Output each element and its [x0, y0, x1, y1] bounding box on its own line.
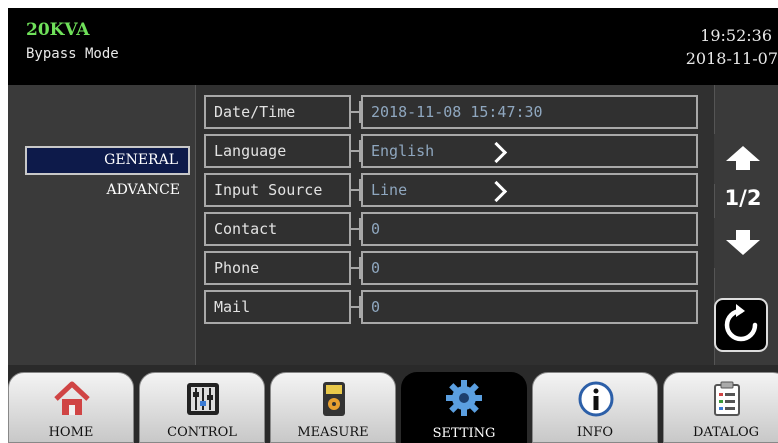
setting-label: Phone — [204, 251, 351, 285]
setting-label: Language — [204, 134, 351, 168]
language-field[interactable]: English — [361, 134, 698, 168]
tab-label: INFO — [576, 425, 614, 440]
tab-datalog[interactable]: DATALOG — [663, 372, 778, 443]
tab-label: HOME — [48, 425, 94, 440]
setting-label: Contact — [204, 212, 351, 246]
mode-label: Bypass Mode — [26, 46, 119, 62]
status-header: 20KVA Bypass Mode 19:52:36 2018-11-07 — [8, 8, 778, 85]
home-icon — [54, 381, 90, 415]
tab-home[interactable]: HOME — [8, 372, 134, 443]
tab-label: DATALOG — [692, 425, 760, 440]
info-icon — [578, 381, 614, 417]
model-label: 20KVA — [26, 20, 90, 40]
refresh-icon — [724, 304, 758, 342]
page-down-button[interactable] — [714, 218, 772, 268]
setting-label: Mail — [204, 290, 351, 324]
clipboard-icon — [714, 381, 740, 416]
chevron-right-icon[interactable] — [485, 180, 508, 203]
setting-label: Date/Time — [204, 95, 351, 129]
tab-measure[interactable]: MEASURE — [270, 372, 396, 443]
tab-label: CONTROL — [167, 425, 237, 440]
page-up-button[interactable] — [714, 134, 772, 184]
sliders-icon — [187, 383, 219, 415]
arrow-up-icon — [726, 146, 760, 161]
tab-control[interactable]: CONTROL — [139, 372, 265, 443]
chevron-right-icon[interactable] — [485, 141, 508, 164]
page-indicator: 1/2 — [724, 186, 762, 210]
arrow-down-icon — [726, 240, 760, 255]
nav-general-button[interactable]: GENERAL — [25, 146, 190, 175]
multimeter-icon — [323, 382, 345, 416]
tab-label: MEASURE — [297, 425, 369, 440]
mail-field[interactable]: 0 — [361, 290, 698, 324]
tab-setting[interactable]: SETTING — [401, 372, 527, 443]
clock-time: 19:52:36 — [700, 26, 772, 45]
gear-icon — [446, 380, 482, 416]
setting-label: Input Source — [204, 173, 351, 207]
settings-panel: Date/Time 2018-11-08 15:47:30 Language E… — [195, 85, 715, 365]
tab-label: SETTING — [432, 426, 496, 441]
clock-date: 2018-11-07 — [685, 49, 778, 68]
ups-screen: 20KVA Bypass Mode 19:52:36 2018-11-07 GE… — [8, 8, 778, 443]
nav-advance-button[interactable]: ADVANCE — [25, 178, 190, 202]
tab-info[interactable]: INFO — [532, 372, 658, 443]
refresh-button[interactable] — [714, 298, 768, 352]
phone-field[interactable]: 0 — [361, 251, 698, 285]
contact-field[interactable]: 0 — [361, 212, 698, 246]
language-value: English — [371, 142, 435, 160]
input-source-value: Line — [371, 181, 408, 199]
bottom-tab-bar: HOME CONTROL MEASURE SETTING INFO DATALO… — [8, 365, 778, 443]
input-source-field[interactable]: Line — [361, 173, 698, 207]
datetime-field[interactable]: 2018-11-08 15:47:30 — [361, 95, 698, 129]
